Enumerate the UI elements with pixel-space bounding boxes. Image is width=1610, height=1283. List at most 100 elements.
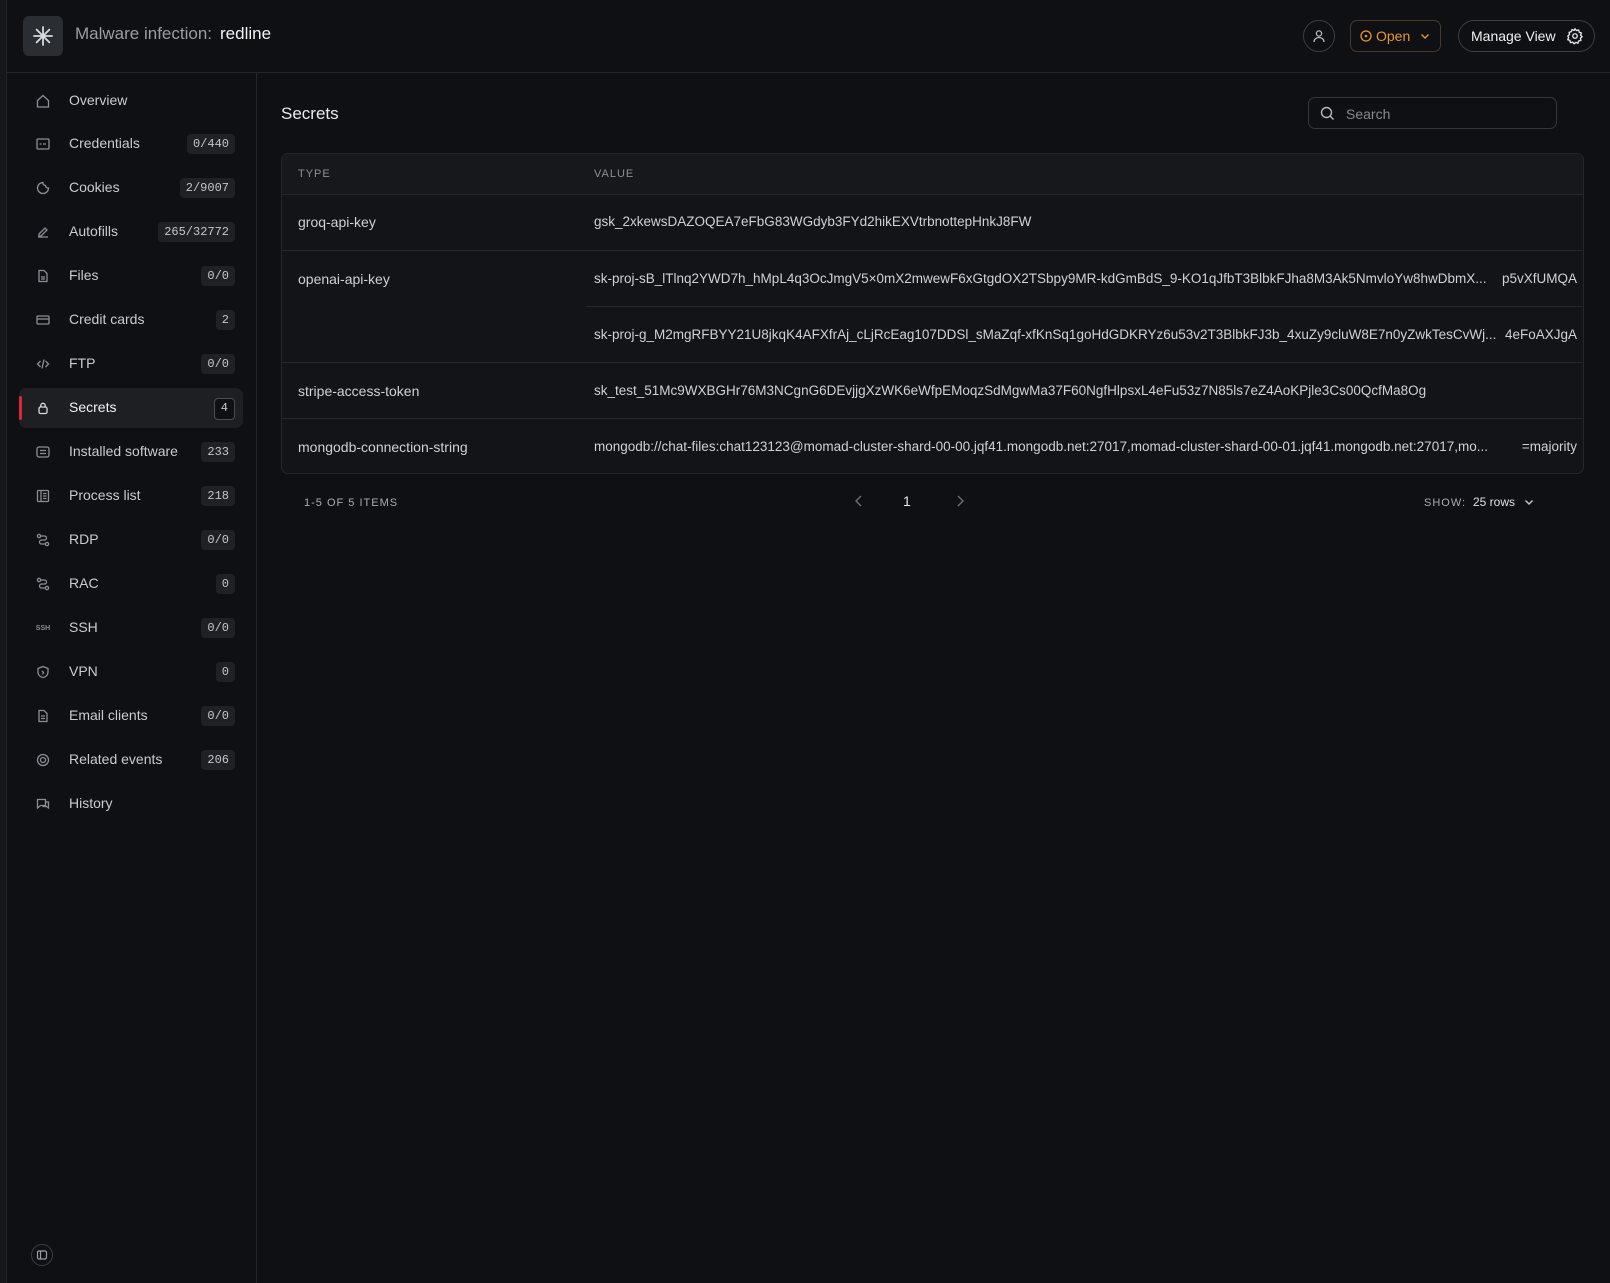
- secret-type: groq-api-key: [298, 214, 376, 230]
- sidebar-item-label: History: [69, 795, 113, 811]
- lock-icon: [35, 400, 51, 416]
- app-logo-icon: [23, 16, 63, 56]
- credit-card-icon: [35, 312, 51, 328]
- sidebar-item-rdp[interactable]: RDP 0/0: [19, 520, 243, 560]
- collapse-sidebar-button[interactable]: [31, 1244, 53, 1266]
- target-icon: [35, 752, 51, 768]
- gear-icon: [1566, 27, 1583, 45]
- count-badge: 0/0: [201, 530, 235, 550]
- sidebar-item-label: RAC: [69, 575, 99, 591]
- secret-value-text: sk-proj-sB_lTlnq2YWD7h_hMpL4q3OcJmgV5×0m…: [594, 271, 1487, 286]
- rows-per-page-select[interactable]: 25 rows: [1473, 495, 1515, 509]
- chevron-down-icon: [1421, 34, 1429, 39]
- next-page-button[interactable]: [952, 493, 968, 514]
- sidebar-item-history[interactable]: History: [19, 784, 243, 824]
- chevron-left-icon: [855, 495, 862, 507]
- code-icon: [35, 356, 51, 372]
- home-icon: [35, 93, 51, 109]
- secret-value[interactable]: mongodb://chat-files:chat123123@momad-cl…: [594, 439, 1577, 454]
- sidebar-item-process-list[interactable]: Process list 218: [19, 476, 243, 516]
- search-icon: [1320, 106, 1334, 120]
- sidebar-item-email-clients[interactable]: Email clients 0/0: [19, 696, 243, 736]
- sidebar-item-label: Related events: [69, 751, 163, 767]
- count-badge: 218: [201, 486, 235, 506]
- cookie-icon: [35, 180, 51, 196]
- shield-icon: [35, 664, 51, 680]
- sidebar-item-vpn[interactable]: VPN 0: [19, 652, 243, 692]
- sidebar-item-files[interactable]: Files 0/0: [19, 256, 243, 296]
- sidebar-item-credit-cards[interactable]: Credit cards 2: [19, 300, 243, 340]
- user-icon: [1313, 30, 1325, 43]
- count-badge: 0/0: [201, 706, 235, 726]
- secret-type: stripe-access-token: [298, 383, 420, 399]
- search-box[interactable]: [1308, 97, 1557, 130]
- secret-value[interactable]: gsk_2xkewsDAZOQEA7eFbG83WGdyb3FYd2hikEXV…: [594, 214, 1577, 229]
- sidebar-item-ftp[interactable]: FTP 0/0: [19, 344, 243, 384]
- secret-type: openai-api-key: [298, 271, 390, 287]
- file-icon: [35, 268, 51, 284]
- secret-value[interactable]: sk_test_51Mc9WXBGHr76M3NCgnG6DEvjjgXzWK6…: [594, 383, 1577, 398]
- secret-value-tail: p5vXfUMQA: [1501, 271, 1577, 286]
- main-content: Secrets TYPE VALUE groq-api-key gsk_2xke…: [256, 73, 1610, 1283]
- sidebar-item-label: Email clients: [69, 707, 148, 723]
- sidebar-item-label: Cookies: [69, 179, 120, 195]
- sidebar-item-label: Credentials: [69, 135, 140, 151]
- secret-value[interactable]: sk-proj-g_M2mgRFBYY21U8jkqK4AFXfrAj_cLjR…: [594, 327, 1577, 342]
- page-number[interactable]: 1: [903, 493, 911, 509]
- secret-value-text: gsk_2xkewsDAZOQEA7eFbG83WGdyb3FYd2hikEXV…: [594, 214, 1032, 229]
- count-badge: 0/0: [201, 266, 235, 286]
- panel-header: Malware infection: redline Open Manage Vi…: [7, 0, 1610, 73]
- open-status-icon: [1360, 30, 1372, 42]
- secret-value-tail: =majority: [1521, 439, 1577, 454]
- table-row[interactable]: mongodb-connection-string mongodb://chat…: [282, 419, 1583, 473]
- table-row[interactable]: stripe-access-token sk_test_51Mc9WXBGHr7…: [282, 363, 1583, 419]
- previous-page-button[interactable]: [851, 493, 867, 514]
- secret-value-tail: 4eFoAXJgA: [1504, 327, 1577, 342]
- sidebar-item-rac[interactable]: RAC 0: [19, 564, 243, 604]
- table-row[interactable]: groq-api-key gsk_2xkewsDAZOQEA7eFbG83WGd…: [282, 194, 1583, 251]
- row-divider: [586, 306, 1583, 307]
- sidebar-toggle-icon: [36, 1250, 48, 1260]
- secret-value[interactable]: sk-proj-sB_lTlnq2YWD7h_hMpL4q3OcJmgV5×0m…: [594, 271, 1577, 286]
- sidebar-item-label: Overview: [69, 92, 128, 108]
- table-row[interactable]: openai-api-key sk-proj-sB_lTlnq2YWD7h_hM…: [282, 251, 1583, 363]
- sidebar-item-label: RDP: [69, 531, 99, 547]
- sidebar-item-ssh[interactable]: SSH SSH 0/0: [19, 608, 243, 648]
- rows-per-page-label: SHOW:: [1424, 497, 1467, 509]
- sidebar-item-credentials[interactable]: Credentials 0/440: [19, 124, 243, 164]
- sidebar-item-label: Installed software: [69, 443, 178, 459]
- secret-value-text: sk-proj-g_M2mgRFBYY21U8jkqK4AFXfrAj_cLjR…: [594, 327, 1497, 342]
- sidebar-item-label: VPN: [69, 663, 98, 679]
- sidebar-item-related-events[interactable]: Related events 206: [19, 740, 243, 780]
- manage-view-label: Manage View: [1471, 28, 1556, 44]
- assign-user-button[interactable]: [1303, 20, 1335, 52]
- sidebar-item-label: Files: [69, 267, 99, 283]
- sidebar: Overview Credentials 0/440 Cookies 2/900…: [7, 73, 257, 1283]
- rac-icon: [35, 576, 51, 592]
- status-dropdown[interactable]: Open: [1350, 20, 1441, 52]
- sidebar-item-label: SSH: [69, 619, 98, 635]
- count-badge: 233: [201, 442, 235, 462]
- sidebar-item-installed-software[interactable]: Installed software 233: [19, 432, 243, 472]
- count-badge: 2/9007: [179, 178, 235, 198]
- item-count: 1-5 OF 5 ITEMS: [304, 497, 399, 509]
- title-prefix: Malware infection:: [75, 24, 213, 43]
- count-badge: 0/0: [201, 618, 235, 638]
- column-header-value: VALUE: [594, 168, 635, 180]
- manage-view-button[interactable]: Manage View: [1458, 20, 1595, 52]
- email-file-icon: [35, 708, 51, 724]
- section-title: Secrets: [281, 104, 339, 123]
- count-badge: 0/0: [201, 354, 235, 374]
- sidebar-item-secrets[interactable]: Secrets 4: [19, 388, 243, 428]
- sidebar-item-label: FTP: [69, 355, 96, 371]
- chevron-down-icon[interactable]: [1522, 495, 1536, 514]
- rdp-icon: [35, 532, 51, 548]
- sidebar-item-overview[interactable]: Overview: [19, 81, 243, 121]
- credentials-icon: [35, 136, 51, 152]
- software-icon: [35, 444, 51, 460]
- sidebar-item-cookies[interactable]: Cookies 2/9007: [19, 168, 243, 208]
- count-badge: 2: [215, 310, 235, 330]
- sidebar-item-autofills[interactable]: Autofills 265/32772: [19, 212, 243, 252]
- status-label: Open: [1376, 28, 1411, 44]
- search-input[interactable]: [1344, 98, 1548, 130]
